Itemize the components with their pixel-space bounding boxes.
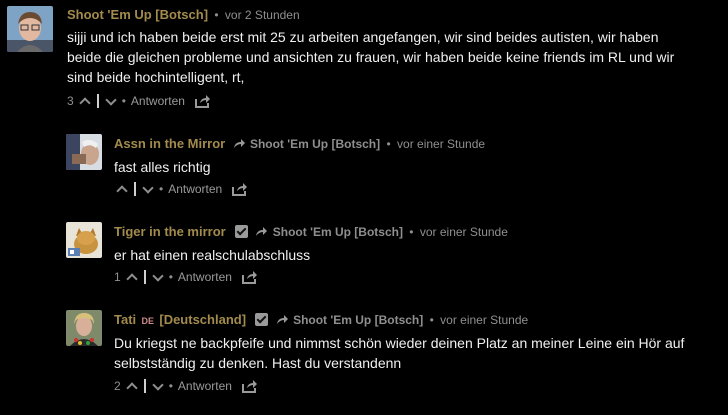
timestamp[interactable]: vor einer Stunde — [440, 313, 528, 327]
avatar[interactable] — [66, 222, 102, 258]
divider — [143, 270, 146, 284]
downvote-icon[interactable] — [152, 380, 164, 392]
reply-arrow-icon — [233, 139, 245, 148]
separator: • — [159, 182, 164, 196]
reply-button[interactable]: Antworten — [168, 182, 222, 196]
comment-actions: 2 • Antworten — [114, 379, 258, 393]
comment-text: sijji und ich haben beide erst mit 25 zu… — [67, 29, 675, 85]
author-name[interactable]: Tiger in the mirror — [114, 224, 226, 239]
comment-text: fast alles richtig — [114, 159, 211, 175]
comment-meta: Tiger in the mirror Shoot 'Em Up [Botsch… — [114, 224, 508, 239]
reply-to-author[interactable]: Shoot 'Em Up [Botsch] — [250, 137, 380, 151]
comment-meta: Tati DE [Deutschland] Shoot 'Em Up [Bots… — [114, 312, 528, 327]
separator: • — [409, 225, 414, 239]
separator: • — [214, 8, 219, 22]
verified-badge-icon — [255, 313, 269, 326]
author-suffix[interactable]: [Deutschland] — [159, 312, 246, 327]
reply-button[interactable]: Antworten — [131, 94, 185, 108]
vote-count: 1 — [114, 270, 121, 284]
comment-text: Du kriegst ne backpfeife und nimmst schö… — [114, 335, 685, 371]
reply-button[interactable]: Antworten — [178, 379, 232, 393]
timestamp[interactable]: vor einer Stunde — [397, 137, 485, 151]
downvote-icon[interactable] — [142, 183, 154, 195]
author-name[interactable]: Assn in the Mirror — [114, 136, 225, 151]
comment-actions: • Antworten — [116, 182, 248, 196]
divider — [143, 379, 146, 393]
reply-to-author[interactable]: Shoot 'Em Up [Botsch] — [273, 225, 403, 239]
separator: • — [429, 313, 434, 327]
reply-to-author[interactable]: Shoot 'Em Up [Botsch] — [293, 313, 423, 327]
upvote-icon[interactable] — [126, 271, 138, 283]
separator: • — [121, 94, 126, 108]
comment-actions: 1 • Antworten — [114, 270, 258, 284]
reply-button[interactable]: Antworten — [178, 270, 232, 284]
comment-meta: Shoot 'Em Up [Botsch] • vor 2 Stunden — [67, 7, 300, 22]
avatar[interactable] — [7, 6, 53, 52]
downvote-icon[interactable] — [105, 95, 117, 107]
timestamp[interactable]: vor einer Stunde — [420, 225, 508, 239]
divider — [96, 94, 99, 108]
author-name[interactable]: Tati — [114, 312, 136, 327]
separator: • — [168, 379, 173, 393]
avatar[interactable] — [66, 310, 102, 346]
vote-count: 3 — [67, 94, 74, 108]
share-icon[interactable] — [194, 94, 211, 108]
upvote-icon[interactable] — [116, 183, 128, 195]
vote-count: 2 — [114, 379, 121, 393]
country-flag: DE — [141, 316, 155, 326]
upvote-icon[interactable] — [126, 380, 138, 392]
share-icon[interactable] — [241, 270, 258, 284]
comment-actions: 3 • Antworten — [67, 94, 211, 108]
upvote-icon[interactable] — [79, 95, 91, 107]
share-icon[interactable] — [232, 182, 248, 196]
avatar[interactable] — [66, 134, 102, 170]
share-icon[interactable] — [241, 379, 258, 393]
comment-text: er hat einen realschulabschluss — [114, 247, 311, 263]
separator: • — [386, 137, 391, 151]
verified-badge-icon — [235, 225, 249, 238]
separator: • — [168, 270, 173, 284]
reply-arrow-icon — [256, 227, 268, 236]
author-name[interactable]: Shoot 'Em Up [Botsch] — [67, 7, 208, 22]
comment-meta: Assn in the Mirror Shoot 'Em Up [Botsch]… — [114, 136, 485, 151]
downvote-icon[interactable] — [152, 271, 164, 283]
timestamp[interactable]: vor 2 Stunden — [225, 8, 300, 22]
divider — [134, 182, 136, 196]
reply-arrow-icon — [276, 315, 288, 324]
